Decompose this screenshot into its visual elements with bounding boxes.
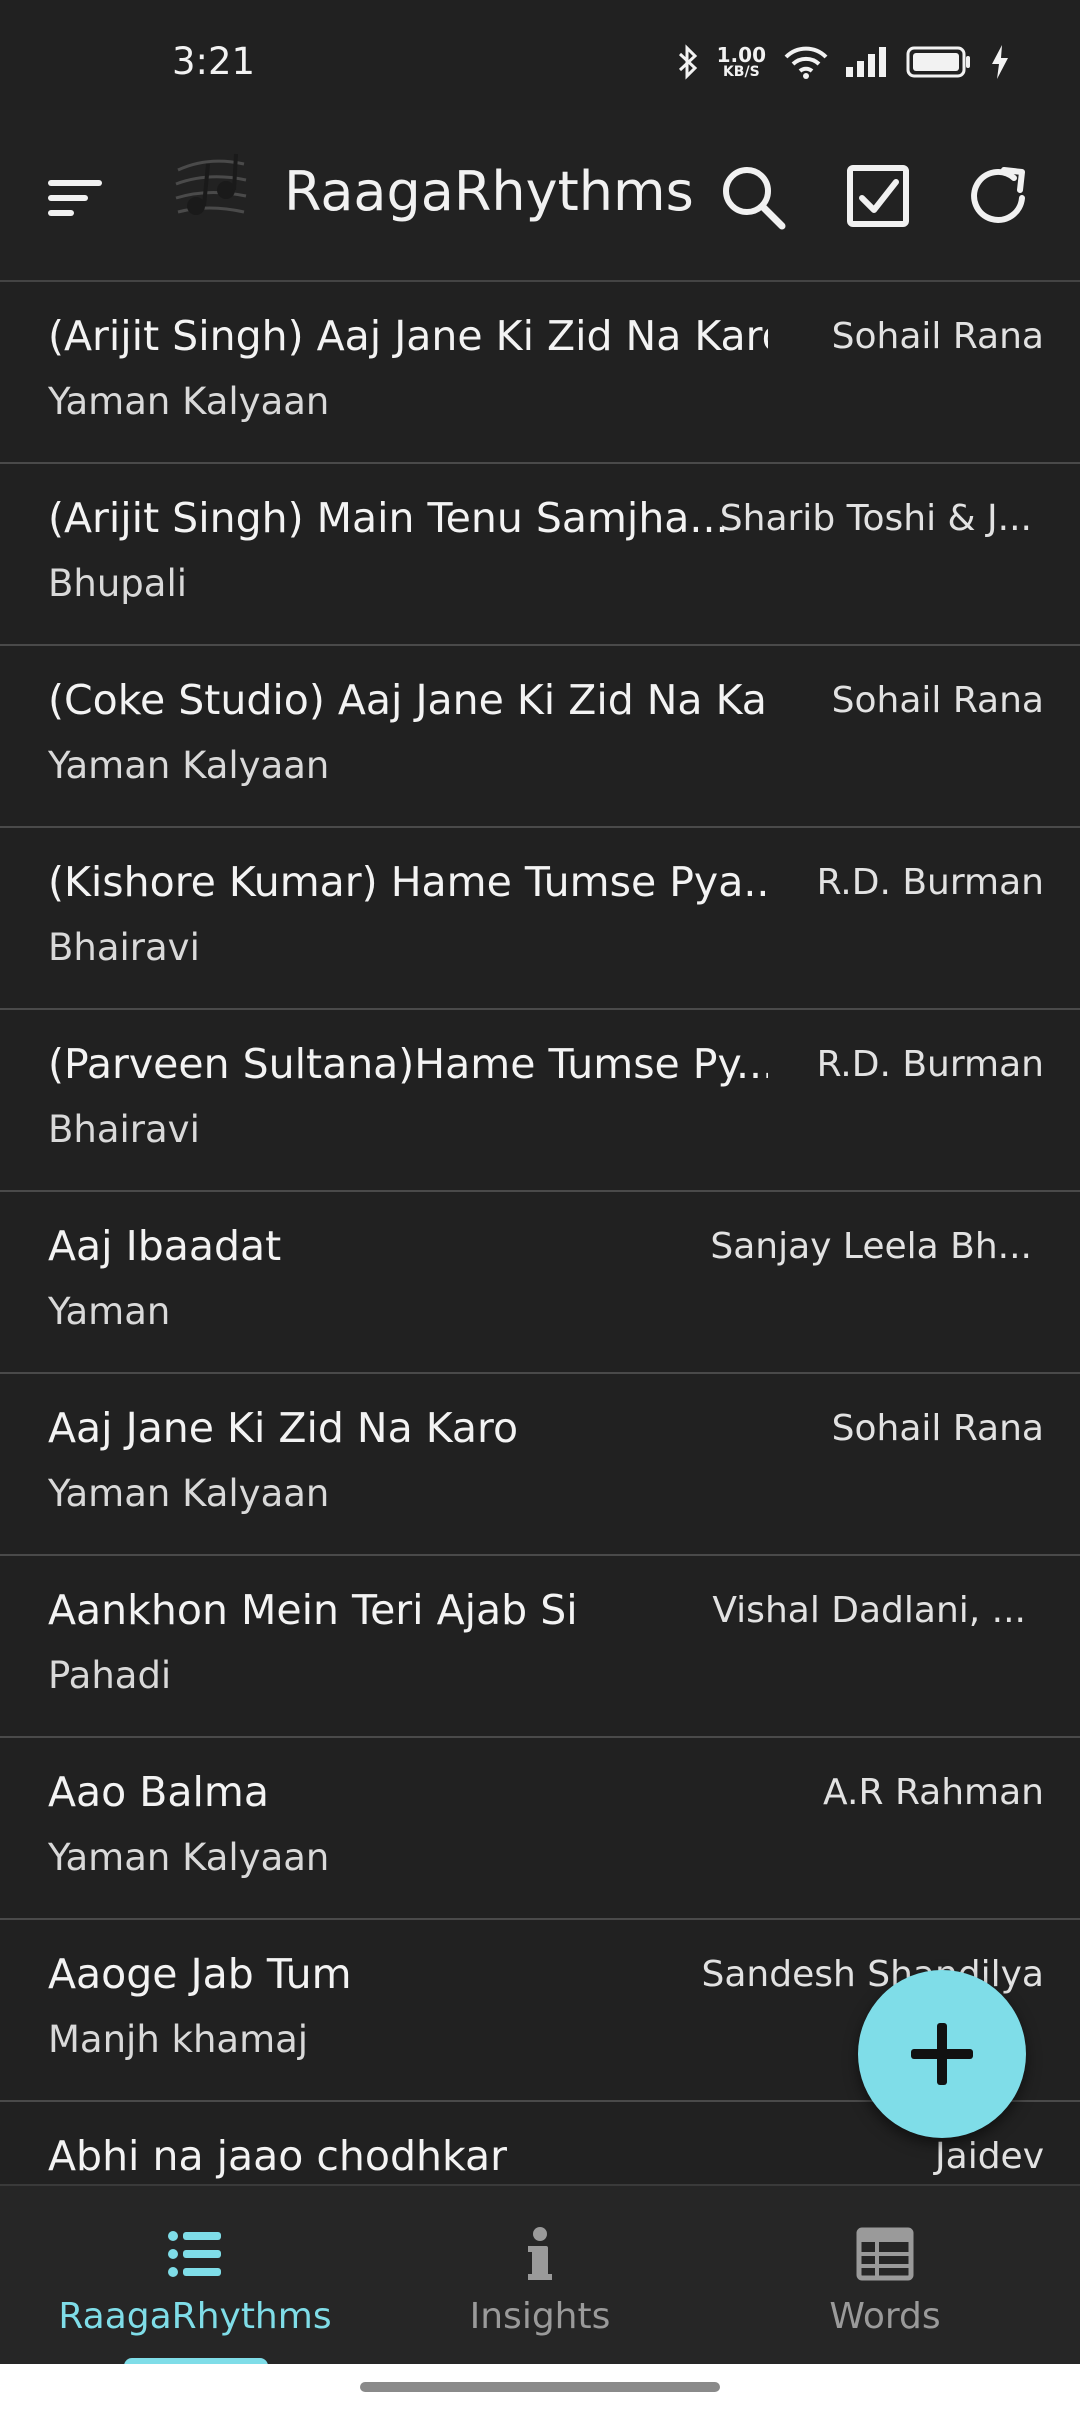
refresh-icon[interactable]	[964, 162, 1034, 232]
bottom-nav: RaagaRhythms Insights Words	[0, 2184, 1080, 2368]
song-artist: R.D. Burman	[816, 862, 1044, 903]
menu-icon[interactable]	[44, 166, 108, 230]
nav-label: Insights	[469, 2296, 611, 2337]
song-title: (Arijit Singh) Main Tenu Samjha...	[48, 494, 729, 542]
song-artist: A.R Rahman	[823, 1772, 1044, 1813]
status-time: 3:21	[172, 40, 256, 83]
song-title: Aaj Ibaadat	[48, 1222, 282, 1270]
nav-label: RaagaRhythms	[58, 2296, 332, 2337]
song-title: (Arijit Singh) Aaj Jane Ki Zid Na Karo	[48, 312, 768, 360]
song-raga: Yaman Kalyaan	[48, 380, 330, 423]
nav-item-insights[interactable]: Insights	[360, 2186, 720, 2366]
table-icon	[856, 2227, 914, 2281]
song-title: Aao Balma	[48, 1768, 269, 1816]
song-list: (Arijit Singh) Aaj Jane Ki Zid Na Karo S…	[0, 282, 1080, 2182]
song-raga: Pahadi	[48, 1654, 172, 1697]
song-artist: Sanjay Leela Bh...	[710, 1226, 1032, 1267]
song-artist: Vishal Dadlani, ...	[712, 1590, 1026, 1631]
song-title: Aaj Jane Ki Zid Na Karo	[48, 1404, 519, 1452]
song-title: (Coke Studio) Aaj Jane Ki Zid Na Ka...	[48, 676, 768, 724]
bluetooth-icon	[678, 44, 697, 80]
song-raga: Bhairavi	[48, 1108, 200, 1151]
app-title: RaagaRhythms	[284, 160, 694, 223]
plus-icon	[911, 2023, 973, 2085]
song-artist: Sohail Rana	[831, 316, 1044, 357]
song-title: Aaoge Jab Tum	[48, 1950, 352, 1998]
song-title: (Parveen Sultana)Hame Tumse Py...	[48, 1040, 768, 1088]
song-raga: Yaman Kalyaan	[48, 1472, 330, 1515]
network-speed: 1.00 KB/S	[717, 45, 766, 79]
signal-icon	[846, 47, 886, 77]
app-bar: RaagaRhythms	[0, 110, 1080, 282]
add-song-button[interactable]	[858, 1970, 1026, 2138]
song-raga: Manjh khamaj	[48, 2018, 309, 2061]
info-icon	[528, 2227, 552, 2280]
list-item[interactable]: (Kishore Kumar) Hame Tumse Pya... R.D. B…	[0, 828, 1080, 1010]
network-speed-unit: KB/S	[722, 64, 760, 80]
song-artist: R.D. Burman	[816, 1044, 1044, 1085]
song-title: Aankhon Mein Teri Ajab Si	[48, 1586, 578, 1634]
song-raga: Yaman Kalyaan	[48, 744, 330, 787]
list-item[interactable]: (Coke Studio) Aaj Jane Ki Zid Na Ka... S…	[0, 646, 1080, 828]
logo-icon	[175, 153, 247, 215]
song-title: (Kishore Kumar) Hame Tumse Pya...	[48, 858, 768, 906]
list-item[interactable]: Aankhon Mein Teri Ajab Si Vishal Dadlani…	[0, 1556, 1080, 1738]
home-indicator[interactable]	[360, 2382, 720, 2392]
charging-icon	[992, 45, 1008, 79]
song-artist: Jaidev	[935, 2136, 1044, 2177]
gesture-bar	[0, 2364, 1080, 2412]
song-title: Abhi na jaao chodhkar	[48, 2132, 508, 2180]
battery-icon	[906, 46, 970, 78]
song-raga: Yaman	[48, 1290, 171, 1333]
status-icons: 1.00 KB/S	[677, 44, 1010, 80]
network-speed-value: 1.00	[716, 43, 766, 67]
song-raga: Yaman Kalyaan	[48, 1836, 330, 1879]
list-item[interactable]: (Arijit Singh) Aaj Jane Ki Zid Na Karo S…	[0, 282, 1080, 464]
list-item[interactable]: Aaj Jane Ki Zid Na Karo Sohail Rana Yama…	[0, 1374, 1080, 1556]
search-icon[interactable]	[718, 162, 788, 232]
wifi-icon	[784, 46, 828, 79]
song-raga: Bhairavi	[48, 926, 200, 969]
song-artist: Sohail Rana	[831, 1408, 1044, 1449]
nav-item-words[interactable]: Words	[705, 2186, 1065, 2366]
status-bar: 3:21 1.00 KB/S	[0, 0, 1080, 110]
list-item[interactable]: Aao Balma A.R Rahman Yaman Kalyaan	[0, 1738, 1080, 1920]
nav-item-raagarhythms[interactable]: RaagaRhythms	[15, 2186, 375, 2366]
song-artist: Sohail Rana	[831, 680, 1044, 721]
checkbox-icon[interactable]	[844, 162, 914, 232]
song-artist: Sharib Toshi & J...	[719, 498, 1032, 539]
list-item[interactable]: (Parveen Sultana)Hame Tumse Py... R.D. B…	[0, 1010, 1080, 1192]
list-item[interactable]: Aaj Ibaadat Sanjay Leela Bh... Yaman	[0, 1192, 1080, 1374]
list-item[interactable]: (Arijit Singh) Main Tenu Samjha... Shari…	[0, 464, 1080, 646]
list-icon	[168, 2231, 221, 2277]
song-raga: Bhupali	[48, 562, 188, 605]
nav-label: Words	[829, 2296, 941, 2337]
